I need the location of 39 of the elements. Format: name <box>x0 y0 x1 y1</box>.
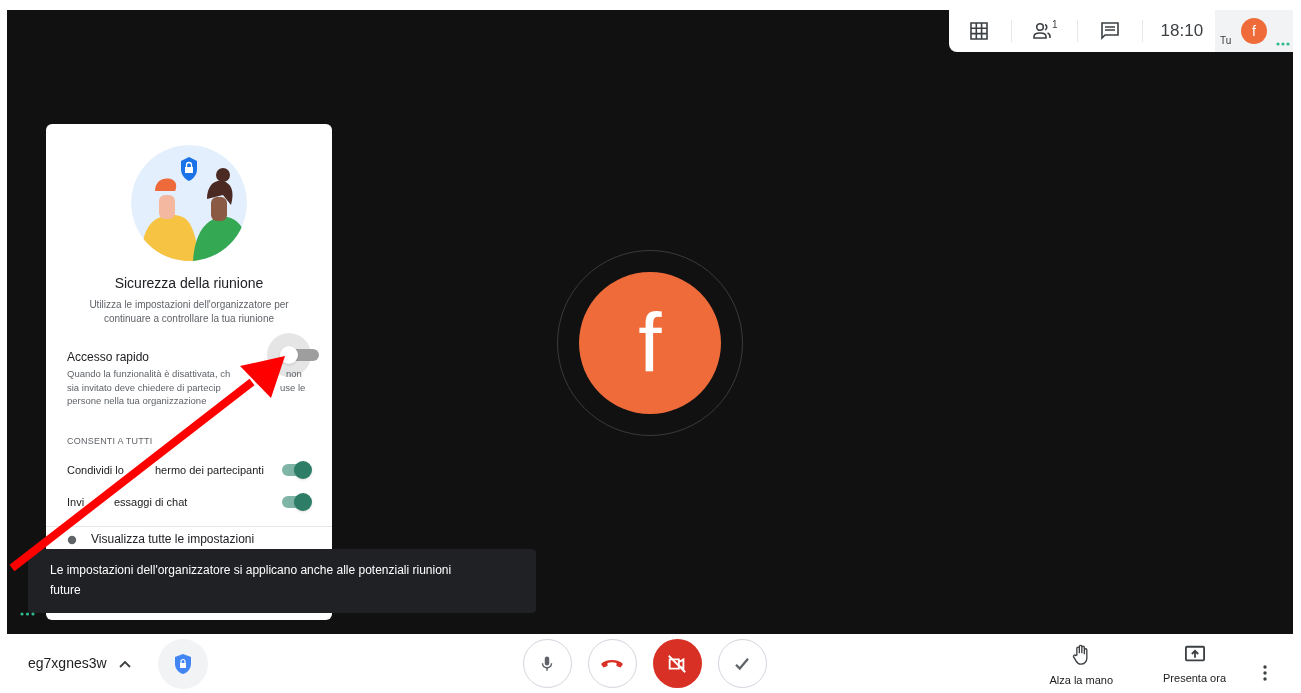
phone-icon <box>600 657 625 670</box>
chat-icon[interactable] <box>1099 21 1120 41</box>
panel-title: Sicurezza della riunione <box>113 274 265 293</box>
settings-icon <box>67 534 77 545</box>
camera-button[interactable] <box>652 639 702 688</box>
toggle-switch[interactable] <box>280 461 312 479</box>
view-settings-link[interactable]: Visualizza tutte le impostazioni <box>91 533 255 546</box>
description-text: Quando la funzionalità è disattivata, ch <box>67 368 231 379</box>
more-dots-icon <box>1276 42 1290 46</box>
setting-label: essaggi di chat <box>114 495 188 509</box>
grid-icon[interactable] <box>969 21 989 41</box>
caret-icon[interactable] <box>118 659 131 668</box>
meeting-code: eg7xgnes3w <box>28 654 107 673</box>
section-heading: CONSENTI A TUTTI <box>67 435 153 448</box>
self-label: Tu <box>1220 34 1232 48</box>
setting-label: Invi <box>67 495 85 509</box>
check-button[interactable] <box>717 639 767 688</box>
toast-notification: Le impostazioni dell'organizzatore si applicano anche alle potenziali riunioni future <box>28 549 536 613</box>
people-button[interactable]: 1 <box>1032 22 1058 40</box>
raise-hand-button[interactable]: Alza la mano <box>1049 638 1113 689</box>
people-icon <box>1032 22 1052 40</box>
present-button[interactable]: Presenta ora <box>1163 638 1226 689</box>
clock-time: 18:10 <box>1160 20 1204 43</box>
self-avatar: f <box>1241 18 1267 44</box>
description-text: sia invitato deve chiedere di partecip <box>67 381 221 393</box>
more-options-icon[interactable] <box>1262 665 1268 681</box>
shield-icon <box>173 652 192 675</box>
description-text: non <box>286 367 302 381</box>
quick-access-label: Accesso rapido <box>67 349 150 366</box>
microphone-button[interactable] <box>522 639 572 688</box>
toggle-switch[interactable] <box>280 493 312 511</box>
hang-up-button[interactable] <box>587 639 637 688</box>
description-text: persone nella tua organizzazione <box>67 395 207 406</box>
description-text: use le <box>280 380 306 394</box>
panel-subtitle: Utilizza le impostazioni dell'organizzatore per continuare a controllare la tua riunione <box>88 298 290 326</box>
camera-off-icon <box>666 652 689 675</box>
setting-label: Condividi lo <box>67 463 124 477</box>
setting-label: hermo dei partecipanti <box>155 463 264 477</box>
more-dots-icon <box>20 612 35 616</box>
